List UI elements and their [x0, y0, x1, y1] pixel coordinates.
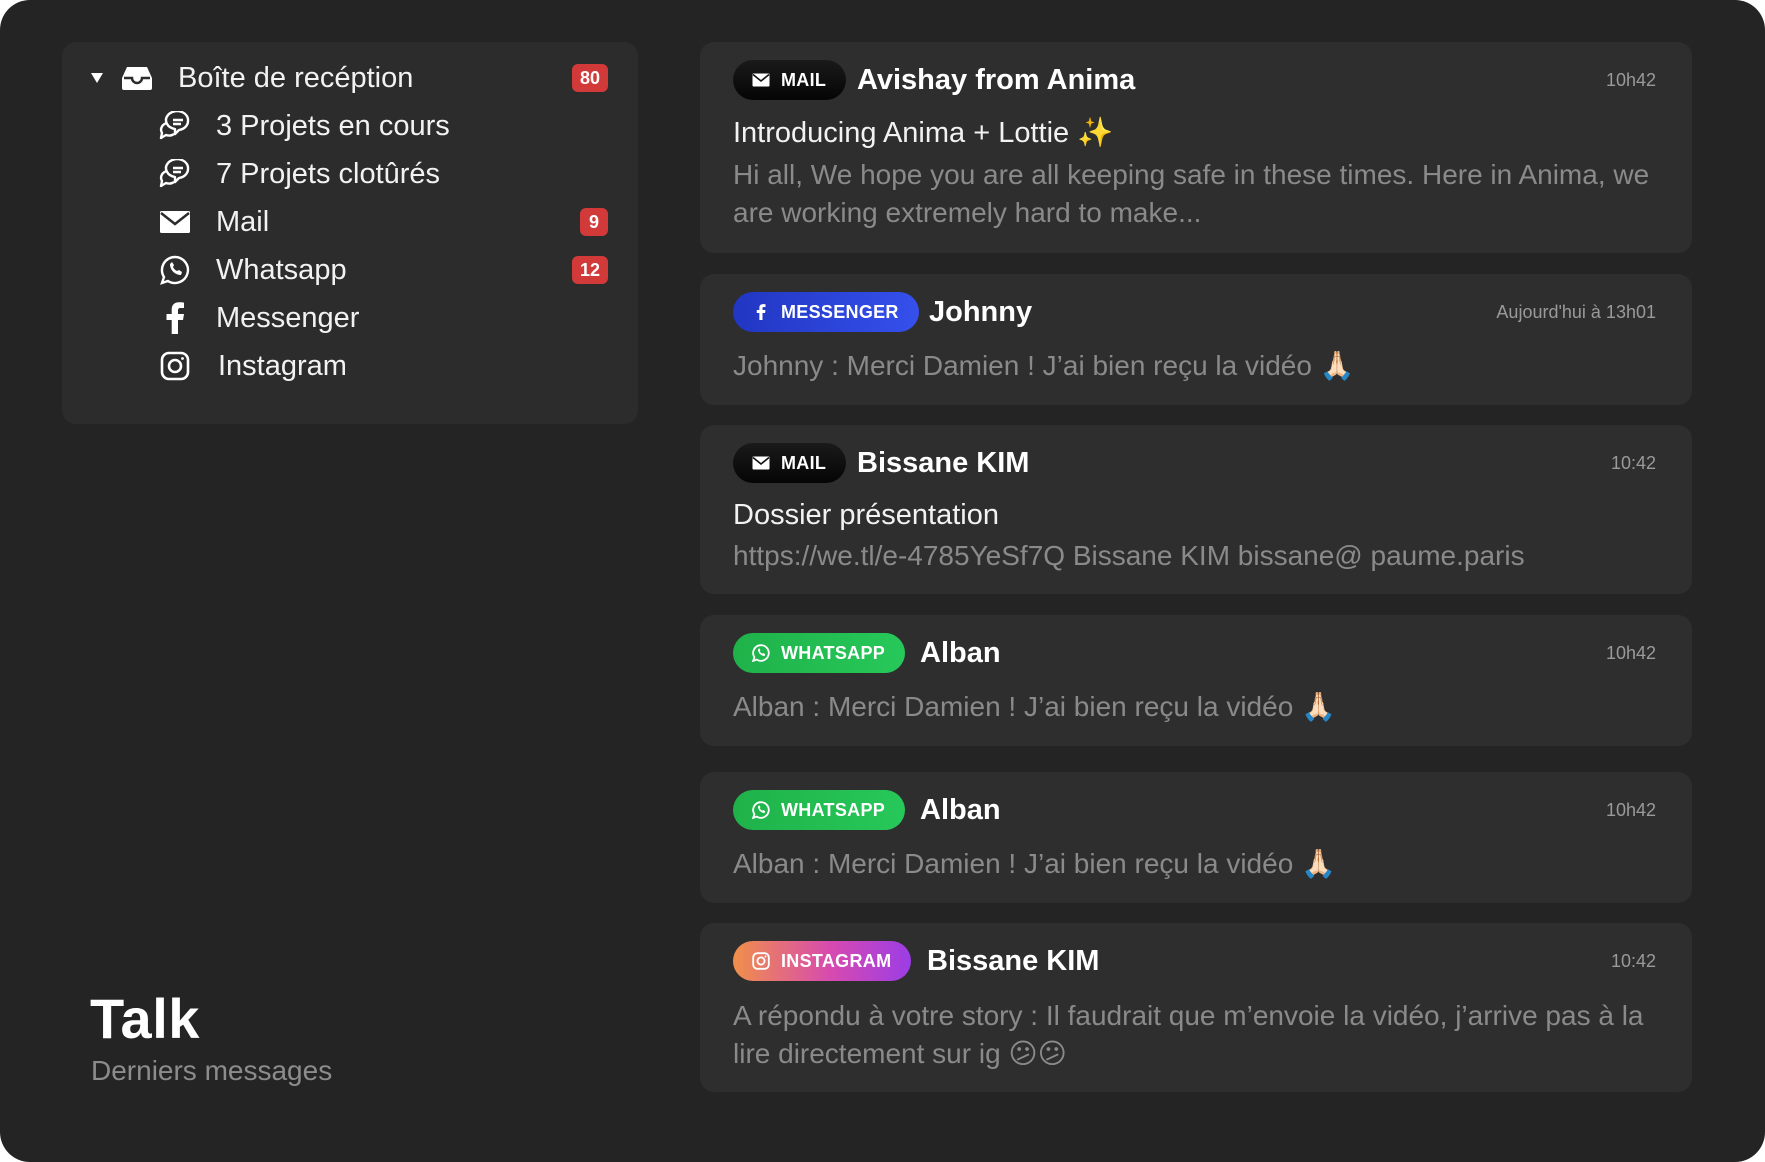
channel-pill-mail: MAIL	[733, 443, 847, 483]
chat-bubbles-icon	[158, 157, 192, 191]
sidebar-item-label: 7 Projets clotûrés	[216, 157, 441, 190]
sidebar-item-label: Whatsapp	[216, 253, 347, 286]
message-sender: Bissane KIM	[857, 447, 1030, 479]
channel-pill-mail: MAIL	[733, 60, 847, 100]
unread-badge: 9	[580, 208, 608, 236]
message-sender: Avishay from Anima	[857, 64, 1136, 96]
whatsapp-icon	[751, 800, 771, 820]
channel-label: MAIL	[781, 452, 827, 473]
message-card[interactable]: MAIL Avishay from Anima 10h42 Introducin…	[700, 42, 1692, 253]
message-card[interactable]: MAIL Bissane KIM 10:42 Dossier présentat…	[700, 425, 1692, 594]
instagram-icon	[751, 951, 771, 971]
message-card[interactable]: WHATSAPP Alban 10h42 Alban : Merci Damie…	[700, 772, 1692, 903]
message-sender: Johnny	[929, 296, 1033, 328]
page-title: Talk	[90, 987, 200, 1050]
message-preview: Johnny : Merci Damien ! J’ai bien reçu l…	[733, 350, 1355, 381]
channel-pill-instagram: INSTAGRAM	[733, 941, 912, 981]
sidebar-item-label: 3 Projets en cours	[216, 109, 450, 142]
sidebar-item-instagram[interactable]: Instagram	[62, 344, 638, 388]
sidebar-item-label: Boîte de recéption	[178, 61, 414, 94]
message-card[interactable]: MESSENGER Johnny Aujourd'hui à 13h01 Joh…	[700, 274, 1692, 405]
facebook-icon	[751, 302, 771, 322]
message-sender: Alban	[920, 794, 1001, 826]
sidebar-item-label: Mail	[216, 205, 270, 238]
message-preview: Alban : Merci Damien ! J’ai bien reçu la…	[733, 691, 1336, 722]
message-preview: A répondu à votre story : Il faudrait qu…	[733, 1000, 1644, 1069]
sidebar-item-inbox[interactable]: Boîte de recéption 80	[62, 56, 638, 100]
sidebar-item-projects-in-progress[interactable]: 3 Projets en cours	[62, 104, 638, 148]
channel-pill-whatsapp: WHATSAPP	[733, 633, 906, 673]
message-time: 10:42	[1610, 951, 1656, 971]
message-subject: Dossier présentation	[733, 499, 999, 531]
channel-pill-messenger: MESSENGER	[733, 292, 919, 332]
message-time: 10:42	[1610, 453, 1656, 473]
message-sender: Alban	[920, 637, 1001, 669]
unread-badge: 12	[571, 256, 608, 284]
sidebar-item-projects-closed[interactable]: 7 Projets clotûrés	[62, 152, 638, 196]
sidebar-item-mail[interactable]: Mail 9	[62, 200, 638, 244]
sidebar: Boîte de recéption 80 3 Projets en cours…	[62, 42, 638, 424]
message-card[interactable]: WHATSAPP Alban 10h42 Alban : Merci Damie…	[700, 615, 1692, 746]
message-preview: Alban : Merci Damien ! J’ai bien reçu la…	[733, 848, 1336, 879]
channel-label: MAIL	[781, 69, 827, 90]
message-time: 10h42	[1605, 70, 1656, 90]
mail-icon	[158, 205, 192, 239]
message-sender: Bissane KIM	[927, 945, 1100, 977]
channel-label: MESSENGER	[781, 301, 899, 322]
message-time: 10h42	[1605, 643, 1656, 663]
instagram-icon	[158, 349, 192, 383]
sidebar-item-label: Instagram	[218, 349, 347, 382]
mail-icon	[751, 453, 771, 473]
whatsapp-icon	[158, 253, 192, 287]
message-subject: Introducing Anima + Lottie ✨	[733, 117, 1114, 149]
chat-bubbles-icon	[158, 109, 192, 143]
whatsapp-icon	[751, 643, 771, 663]
mail-icon	[751, 70, 771, 90]
channel-label: INSTAGRAM	[781, 950, 892, 971]
channel-pill-whatsapp: WHATSAPP	[733, 790, 906, 830]
channel-label: WHATSAPP	[781, 642, 886, 663]
sidebar-item-label: Messenger	[216, 301, 360, 334]
unread-badge: 80	[571, 64, 608, 92]
message-time: Aujourd'hui à 13h01	[1496, 302, 1656, 322]
inbox-icon	[120, 61, 154, 95]
message-card[interactable]: INSTAGRAM Bissane KIM 10:42 A répondu à …	[700, 923, 1692, 1092]
facebook-icon	[158, 301, 192, 335]
message-time: 10h42	[1605, 800, 1656, 820]
caret-down-icon[interactable]	[90, 71, 104, 85]
sidebar-item-messenger[interactable]: Messenger	[62, 296, 638, 340]
talk-widget: Boîte de recéption 80 3 Projets en cours…	[0, 0, 1765, 1162]
sidebar-item-whatsapp[interactable]: Whatsapp 12	[62, 248, 638, 292]
message-preview: https://we.tl/e-4785YeSf7Q Bissane KIM b…	[733, 540, 1525, 571]
channel-label: WHATSAPP	[781, 799, 886, 820]
message-preview: Hi all, We hope you are all keeping safe…	[733, 159, 1650, 228]
page-subtitle: Derniers messages	[91, 1055, 333, 1086]
